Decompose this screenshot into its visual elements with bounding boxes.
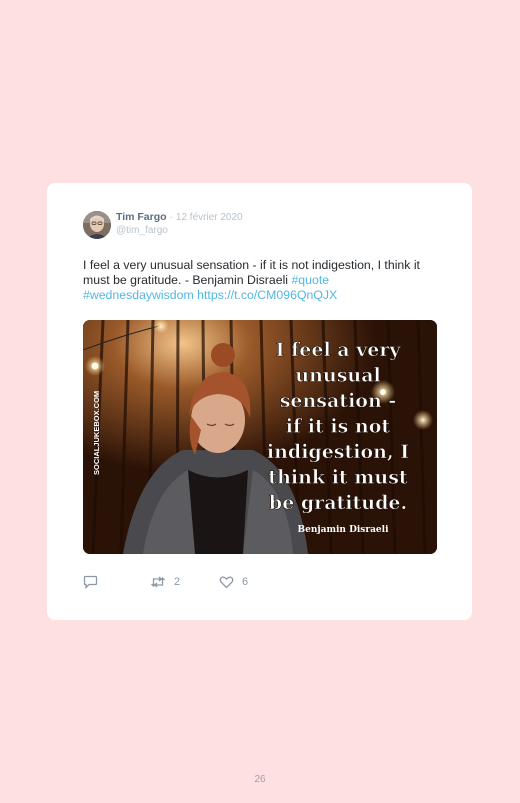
like-button[interactable]: 6 bbox=[219, 575, 248, 589]
avatar-image bbox=[83, 211, 111, 239]
media-watermark: SOCIALJUKEBOX.COM bbox=[92, 391, 101, 475]
media-quote-author: Benjamin Disraeli bbox=[297, 525, 389, 535]
tweet-text: I feel a very unusual sensation - if it … bbox=[83, 258, 448, 303]
tweet-header: Tim Fargo · 12 février 2020 @tim_fargo bbox=[116, 211, 243, 237]
speech-bubble-icon bbox=[83, 575, 98, 589]
retweet-button[interactable]: 2 bbox=[150, 575, 180, 589]
page-number: 26 bbox=[254, 774, 266, 785]
retweet-count: 2 bbox=[174, 576, 181, 588]
tweet-media[interactable]: SOCIALJUKEBOX.COM I feel a very unusual se… bbox=[83, 320, 437, 554]
hashtag-wednesdaywisdom[interactable]: #wednesdaywisdom bbox=[83, 288, 194, 302]
tweet-date[interactable]: 12 février 2020 bbox=[176, 212, 243, 223]
author-handle[interactable]: @tim_fargo bbox=[116, 224, 243, 237]
tweet-actions: 2 6 bbox=[83, 575, 443, 591]
media-quote-line: think it must bbox=[268, 467, 408, 489]
media-quote-line: if it is not bbox=[286, 416, 391, 438]
media-quote-line: I feel a very bbox=[276, 339, 402, 361]
tweet-card[interactable]: Tim Fargo · 12 février 2020 @tim_fargo I… bbox=[47, 183, 472, 620]
media-quote-line: indigestion, I bbox=[267, 441, 409, 463]
tweet-body: I feel a very unusual sensation - if it … bbox=[83, 258, 420, 287]
retweet-icon bbox=[151, 576, 165, 588]
author-name[interactable]: Tim Fargo bbox=[116, 211, 167, 223]
reply-button[interactable] bbox=[83, 575, 98, 589]
heart-icon bbox=[219, 576, 234, 589]
media-quote-line: sensation - bbox=[280, 390, 397, 412]
avatar[interactable] bbox=[83, 211, 111, 239]
like-count: 6 bbox=[242, 576, 249, 588]
header-separator: · bbox=[169, 211, 173, 223]
media-quote-line: be gratitude. bbox=[269, 492, 407, 514]
media-quote-line: unusual bbox=[295, 365, 380, 387]
tweet-link[interactable]: https://t.co/CM096QnQJX bbox=[197, 288, 337, 302]
hashtag-quote[interactable]: #quote bbox=[291, 273, 329, 287]
